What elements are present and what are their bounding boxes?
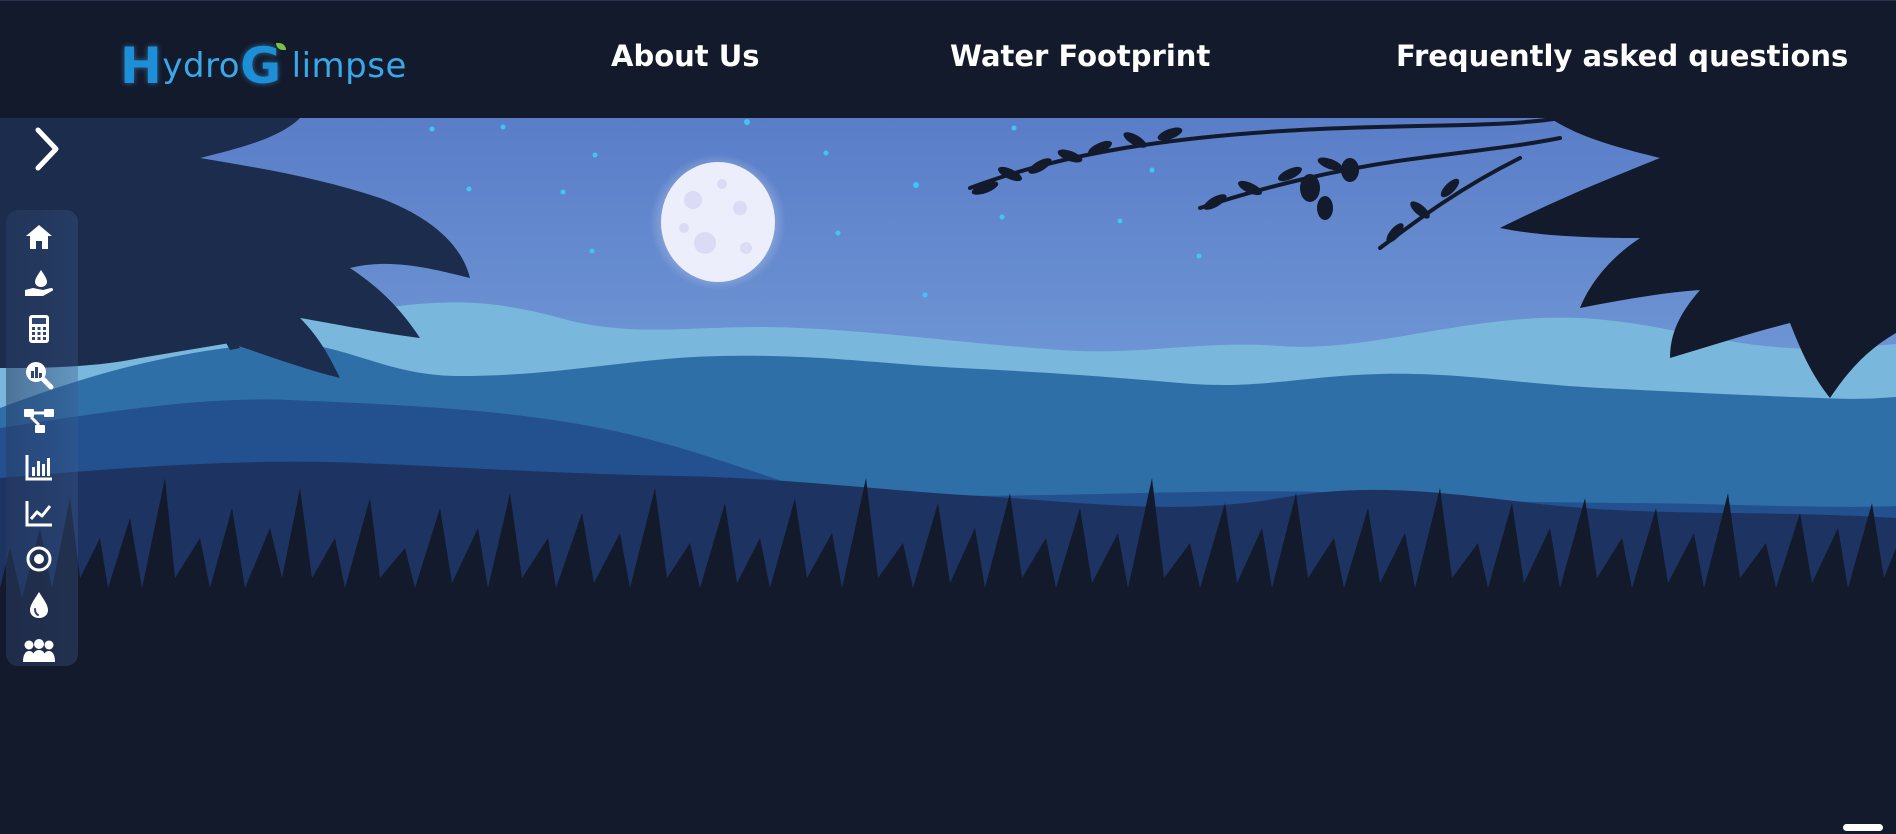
line-chart-icon	[25, 501, 52, 527]
sidebar	[6, 210, 78, 666]
logo-text-part: ydro	[162, 46, 241, 86]
sidebar-item-team[interactable]	[20, 634, 58, 668]
logo-letter-g: G	[240, 37, 282, 95]
water-drop-icon	[30, 592, 48, 618]
nav-link-about-us[interactable]: About Us	[611, 39, 760, 73]
calculator-icon	[29, 315, 49, 343]
sidebar-item-water-care[interactable]	[20, 266, 58, 300]
flow-diagram-icon	[24, 409, 54, 433]
sidebar-item-flow[interactable]	[20, 404, 58, 438]
nav-link-faq[interactable]: Frequently asked questions	[1396, 39, 1848, 73]
home-icon	[26, 225, 52, 249]
moon	[650, 154, 786, 290]
sidebar-item-calculator[interactable]	[20, 312, 58, 346]
sidebar-item-water[interactable]	[20, 588, 58, 622]
sidebar-item-line-chart[interactable]	[20, 496, 58, 530]
sidebar-item-home[interactable]	[20, 220, 58, 254]
search-chart-icon	[26, 362, 54, 390]
top-navigation-bar: H ydro G limpse About Us Water Footprint…	[0, 0, 1896, 118]
sidebar-item-bar-chart[interactable]	[20, 450, 58, 484]
hydroglimpse-logo[interactable]: H ydro G limpse	[120, 31, 407, 101]
target-icon	[26, 546, 52, 572]
sidebar-item-analysis[interactable]	[20, 358, 58, 392]
page: H ydro G limpse About Us Water Footprint…	[0, 0, 1896, 834]
bar-chart-icon	[25, 455, 52, 481]
group-icon	[23, 639, 55, 662]
logo-text-part: limpse	[291, 46, 407, 86]
hero-night-landscape	[0, 118, 1896, 834]
logo-letter-h: H	[120, 37, 163, 95]
sidebar-toggle-button[interactable]	[30, 124, 66, 174]
scroll-handle[interactable]	[1843, 824, 1883, 831]
chevron-right-icon	[35, 127, 59, 171]
ground	[0, 638, 1896, 834]
hand-water-drop-icon	[25, 270, 54, 296]
sidebar-item-target[interactable]	[20, 542, 58, 576]
nav-link-water-footprint[interactable]: Water Footprint	[950, 39, 1210, 73]
